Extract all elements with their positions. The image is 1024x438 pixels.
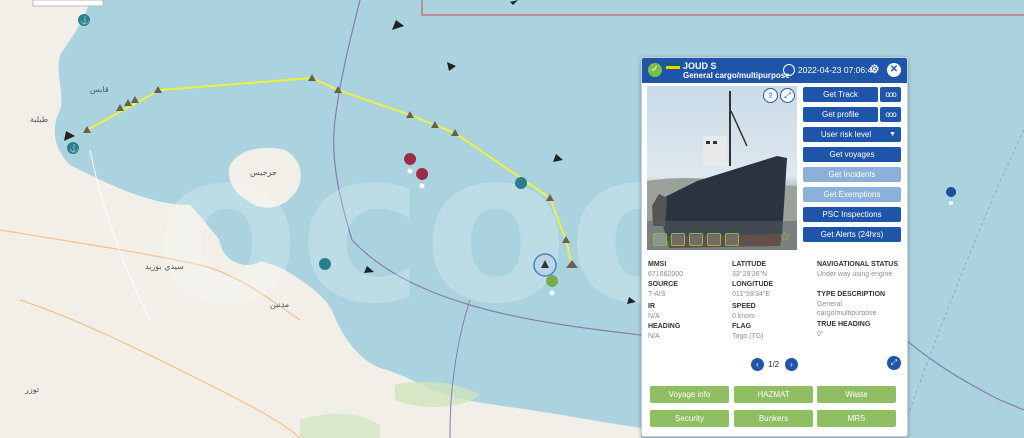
user-risk-level-label: User risk level: [820, 130, 872, 139]
document-icon[interactable]: [689, 233, 703, 246]
latitude-value: 33°29'26"N: [732, 271, 768, 278]
waste-button[interactable]: Waste: [817, 386, 896, 403]
get-incidents-button[interactable]: Get Incidents: [803, 167, 901, 182]
ir-label: IR: [648, 303, 655, 310]
user-risk-level-dropdown[interactable]: User risk level ▼: [803, 127, 901, 142]
gear-icon[interactable]: ⚙: [869, 63, 880, 75]
flag-icon: [666, 63, 680, 69]
pager-prev-button[interactable]: ‹: [751, 358, 764, 371]
vessel-info-panel: ✓ JOUD S General cargo/multipurpose 2022…: [641, 57, 908, 437]
svg-text:ocoo: ocoo: [155, 105, 712, 350]
hazmat-button[interactable]: HAZMAT: [734, 386, 813, 403]
link-icon[interactable]: [671, 233, 685, 246]
type-description-value: General cargo/multipurpose: [817, 301, 877, 317]
pager-next-button[interactable]: ›: [785, 358, 798, 371]
vessel-type: General cargo/multipurpose: [683, 71, 790, 80]
get-profile-button[interactable]: Get profile: [803, 107, 878, 122]
nav-status-value: Under way using engine: [817, 271, 893, 278]
source-value: T-AIS: [648, 291, 666, 298]
place-label: جرجيس: [250, 168, 277, 177]
heading-label: HEADING: [648, 323, 681, 330]
vessel-timestamp: 2022-04-23 07:06:46: [798, 65, 877, 75]
mmsi-label: MMSI: [648, 261, 667, 268]
true-heading-label: TRUE HEADING: [817, 321, 871, 328]
clock-icon: [783, 64, 795, 76]
vessel-photo: ⇪ ⤢ ☆: [647, 86, 797, 250]
get-alerts-button[interactable]: Get Alerts (24hrs): [803, 227, 901, 242]
latitude-label: LATITUDE: [732, 261, 767, 268]
expand-icon[interactable]: ⤢: [887, 356, 901, 370]
video-icon[interactable]: [725, 233, 739, 246]
zoom-icon[interactable]: ⤢: [780, 88, 795, 103]
panel-header: ✓ JOUD S General cargo/multipurpose 2022…: [642, 58, 907, 83]
pager-text: 1/2: [768, 360, 780, 369]
longitude-value: 011°59'34"E: [732, 291, 771, 298]
true-heading-value: 0°: [817, 331, 824, 338]
svg-text:⚓: ⚓: [80, 15, 90, 25]
heading-value: N/A: [648, 333, 660, 340]
security-button[interactable]: Security: [650, 410, 729, 427]
camera-icon[interactable]: [653, 233, 667, 246]
nav-status-label: NAVIGATIONAL STATUS: [817, 261, 899, 268]
psc-inspections-button[interactable]: PSC Inspections: [803, 207, 901, 222]
get-voyages-button[interactable]: Get voyages: [803, 147, 901, 162]
profile-more-button[interactable]: ooo: [880, 107, 901, 122]
flag-label: FLAG: [732, 323, 752, 330]
speed-label: SPEED: [732, 303, 756, 310]
place-label: طبلبة: [30, 115, 49, 124]
ir-value: N/A: [648, 313, 660, 320]
svg-text:⚓: ⚓: [69, 143, 79, 153]
share-icon[interactable]: ⇪: [763, 88, 778, 103]
bunkers-button[interactable]: Bunkers: [734, 410, 813, 427]
star-icon[interactable]: ☆: [779, 228, 792, 245]
flag-value: Togo (TG): [732, 333, 764, 340]
voyage-info-button[interactable]: Voyage info: [650, 386, 729, 403]
place-label: سيدي بوزيد: [145, 262, 184, 271]
check-icon: ✓: [648, 63, 662, 77]
place-label: مدنين: [270, 300, 290, 309]
mmsi-value: 671662000: [648, 271, 684, 278]
place-label: توزر: [25, 385, 40, 394]
source-label: SOURCE: [648, 281, 678, 288]
close-icon[interactable]: ✕: [887, 63, 901, 77]
vessel-name: JOUD S: [683, 61, 717, 71]
mrs-button[interactable]: MRS: [817, 410, 896, 427]
get-track-button[interactable]: Get Track: [803, 87, 878, 102]
report-icon[interactable]: [707, 233, 721, 246]
speed-value: 0 knots: [732, 313, 755, 320]
type-description-label: TYPE DESCRIPTION: [817, 291, 886, 298]
track-more-button[interactable]: ooo: [880, 87, 901, 102]
chevron-down-icon: ▼: [889, 131, 896, 138]
longitude-label: LONGITUDE: [732, 281, 774, 288]
get-exemptions-button[interactable]: Get Exemptions: [803, 187, 901, 202]
place-label: قابس: [90, 85, 109, 94]
